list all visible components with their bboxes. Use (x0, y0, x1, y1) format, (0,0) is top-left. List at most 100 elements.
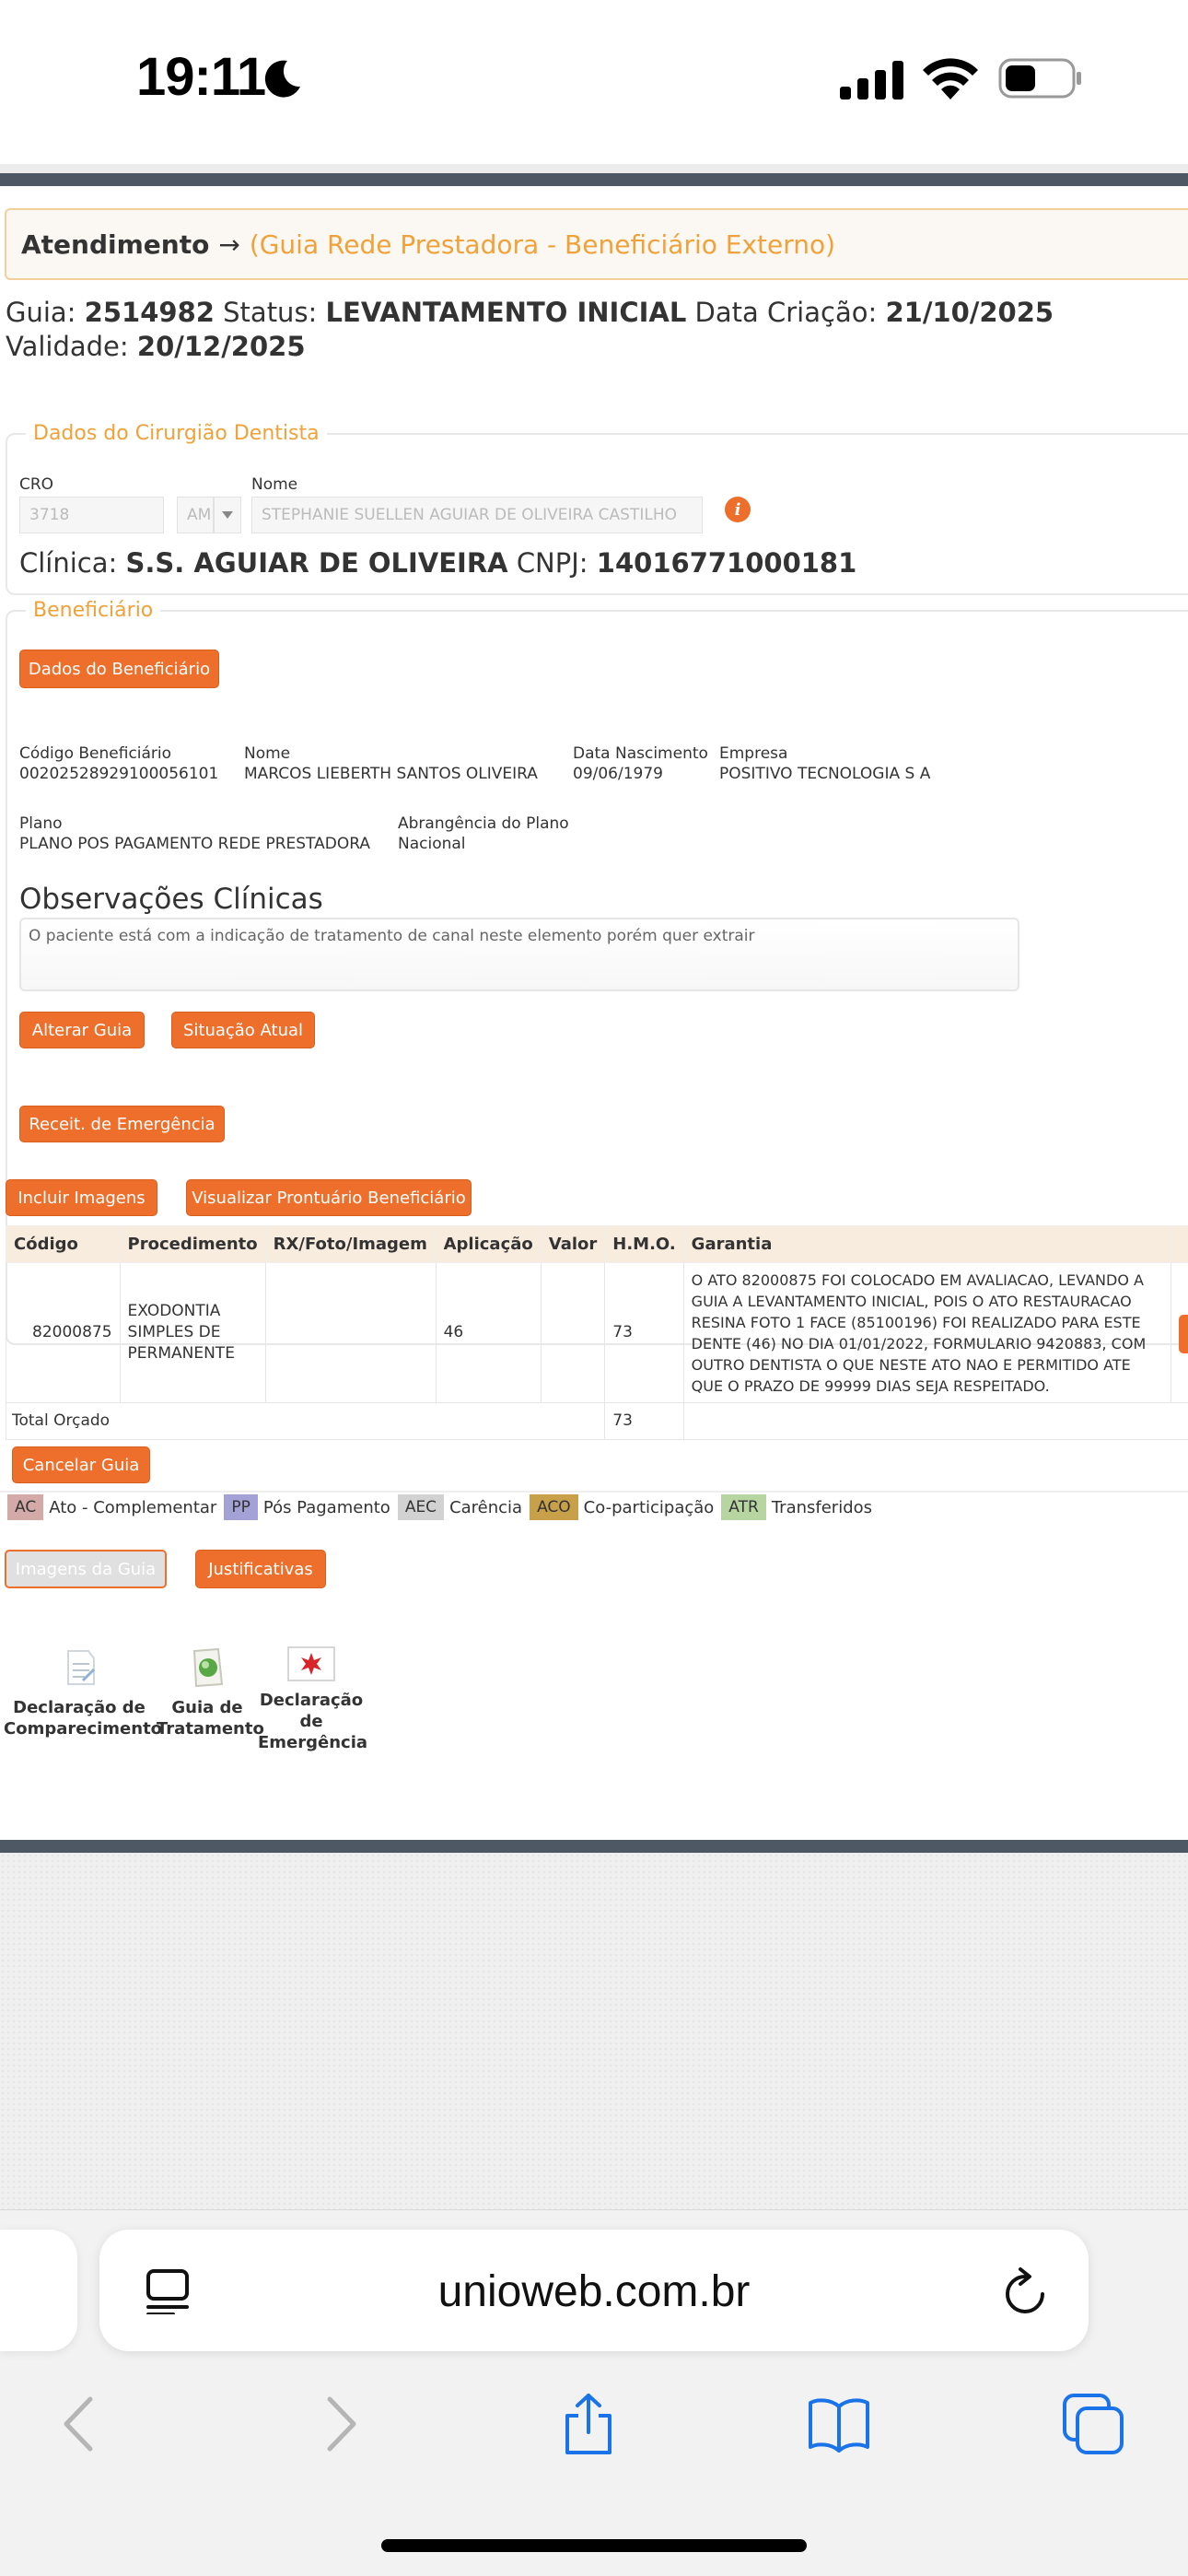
address-bar[interactable]: unioweb.com.br (99, 2230, 1089, 2351)
legend-label: Pós Pagamento (262, 1497, 390, 1517)
validade-label: Validade: (6, 331, 129, 362)
chevron-down-icon (222, 511, 233, 519)
declaracao-comparecimento-link[interactable]: Declaração de Comparecimento (4, 1645, 163, 1739)
divider (0, 1491, 1188, 1493)
uf-select[interactable]: AM (177, 497, 214, 533)
criacao-label: Data Criação: (694, 297, 878, 328)
legend-badge-aco: ACO (530, 1494, 578, 1520)
page-subtitle: (Guia Rede Prestadora - Beneficiário Ext… (249, 228, 836, 260)
receit-emergencia-button[interactable]: Receit. de Emergência (19, 1106, 225, 1142)
nome-beneficiario-value: MARCOS LIEBERTH SANTOS OLIVEIRA (244, 765, 538, 783)
legend-label: Ato - Complementar (49, 1497, 217, 1517)
bottom-bar (0, 1840, 1188, 1853)
doc-label: Emergência (258, 1733, 368, 1752)
legend-label: Carência (449, 1497, 523, 1517)
dentista-legend: Dados do Cirurgião Dentista (33, 422, 320, 445)
tabs-icon[interactable] (1061, 2392, 1125, 2456)
nome-dentista-input[interactable]: STEPHANIE SUELLEN AGUIAR DE OLIVEIRA CAS… (251, 497, 703, 533)
total-row: Total Orçado 73 (5, 1402, 1188, 1440)
back-icon[interactable] (48, 2392, 112, 2456)
cell-hmo: 73 (604, 1262, 684, 1403)
legend-badge-pp: PP (224, 1494, 258, 1520)
top-bar (0, 173, 1188, 186)
abrangencia-value: Nacional (398, 835, 466, 853)
clinica-line: Clínica: S.S. AGUIAR DE OLIVEIRA CNPJ: 1… (19, 547, 856, 579)
guide-icon (192, 1647, 224, 1688)
alterar-guia-button[interactable]: Alterar Guia (19, 1012, 145, 1048)
situacao-atual-button[interactable]: Situação Atual (171, 1012, 315, 1048)
doc-label: Declaração (259, 1691, 364, 1710)
criacao-value: 21/10/2025 (885, 297, 1054, 328)
column-header: Garantia (682, 1225, 1172, 1263)
procedures-table: Código Procedimento RX/Foto/Imagem Aplic… (5, 1225, 1188, 1440)
legend-badge-aec: AEC (397, 1494, 445, 1520)
doc-label: Guia de (171, 1698, 243, 1717)
plano-label: Plano (19, 814, 63, 833)
reload-icon[interactable] (1002, 2266, 1050, 2316)
arrow-icon: → (218, 228, 240, 260)
cell-codigo: 82000875 (6, 1262, 121, 1403)
legend-label: Transferidos (771, 1497, 873, 1517)
clinica-label: Clínica: (19, 547, 118, 579)
page-content: Atendimento → (Guia Rede Prestadora - Be… (0, 186, 1188, 1840)
signal-icon (840, 61, 903, 100)
plano-value: PLANO POS PAGAMENTO REDE PRESTADORA (19, 835, 370, 853)
justificativas-button[interactable]: Justificativas (195, 1550, 326, 1588)
cell-aplicacao: 46 (435, 1262, 542, 1403)
incluir-imagens-button[interactable]: Incluir Imagens (6, 1179, 157, 1216)
cell-garantia: O ATO 82000875 FOI COLOCADO EM AVALIACAO… (682, 1262, 1172, 1403)
column-header: Valor (540, 1225, 606, 1263)
codigo-beneficiario-value: 00202528929100056101 (19, 765, 219, 783)
empresa-value: POSITIVO TECNOLOGIA S A (719, 765, 931, 783)
cell-valor (540, 1262, 606, 1403)
wifi-icon (923, 58, 978, 100)
forward-icon[interactable] (308, 2392, 372, 2456)
page-title: Atendimento (21, 228, 210, 260)
status-value: LEVANTAMENTO INICIAL (325, 297, 687, 328)
beneficiario-legend: Beneficiário (33, 599, 154, 622)
guia-tratamento-link[interactable]: Guia de Tratamento (157, 1645, 264, 1739)
imagens-guia-button[interactable]: Imagens da Guia (5, 1550, 167, 1588)
column-header-extra (1171, 1225, 1188, 1263)
moon-icon (264, 60, 300, 98)
total-label: Total Orçado (5, 1402, 606, 1440)
bookmarks-icon[interactable] (807, 2392, 871, 2456)
nascimento-label: Data Nascimento (573, 744, 708, 763)
status-bar: 19:11 (0, 0, 1188, 164)
column-header: Aplicação (435, 1225, 542, 1263)
nome-beneficiario-label: Nome (244, 744, 291, 763)
cro-input[interactable]: 3718 (19, 497, 164, 533)
declaracao-emergencia-link[interactable]: Declaração de Emergência (258, 1645, 368, 1753)
document-icon (67, 1650, 96, 1685)
share-icon[interactable] (556, 2392, 621, 2456)
nascimento-value: 09/06/1979 (573, 765, 663, 783)
status-time: 19:11 (136, 47, 266, 107)
observacoes-textarea[interactable]: O paciente está com a indicação de trata… (19, 918, 1019, 991)
visualizar-prontuario-button[interactable]: Visualizar Prontuário Beneficiário (186, 1179, 472, 1216)
cell-action (1171, 1263, 1188, 1403)
total-hmo: 73 (604, 1402, 684, 1440)
doc-label: Comparecimento (4, 1719, 163, 1739)
info-icon[interactable]: i (725, 497, 751, 522)
table-row[interactable]: 82000875 EXODONTIA SIMPLES DE PERMANENTE… (6, 1262, 1188, 1403)
guia-number: 2514982 (84, 297, 215, 328)
legend-badge-atr: ATR (721, 1494, 766, 1520)
cnpj-value: 14016771000181 (596, 547, 857, 579)
previous-tab[interactable] (0, 2230, 77, 2351)
home-indicator (381, 2539, 807, 2552)
page-header: Atendimento → (Guia Rede Prestadora - Be… (5, 208, 1188, 280)
abrangencia-label: Abrangência do Plano (398, 814, 569, 833)
nome-dentista-label: Nome (251, 475, 298, 494)
column-header: Código (6, 1225, 121, 1263)
table-header-row: Código Procedimento RX/Foto/Imagem Aplic… (6, 1225, 1188, 1263)
observacoes-title: Observações Clínicas (19, 883, 323, 916)
total-empty (682, 1402, 1188, 1440)
row-action-button[interactable] (1179, 1315, 1188, 1353)
uf-dropdown-button[interactable] (214, 497, 241, 533)
codigo-beneficiario-label: Código Beneficiário (19, 744, 172, 763)
cancelar-guia-button[interactable]: Cancelar Guia (12, 1446, 150, 1483)
emergency-icon (287, 1646, 335, 1681)
cro-label: CRO (19, 475, 54, 494)
dados-beneficiario-button[interactable]: Dados do Beneficiário (19, 650, 219, 688)
cell-procedimento: EXODONTIA SIMPLES DE PERMANENTE (119, 1262, 266, 1403)
